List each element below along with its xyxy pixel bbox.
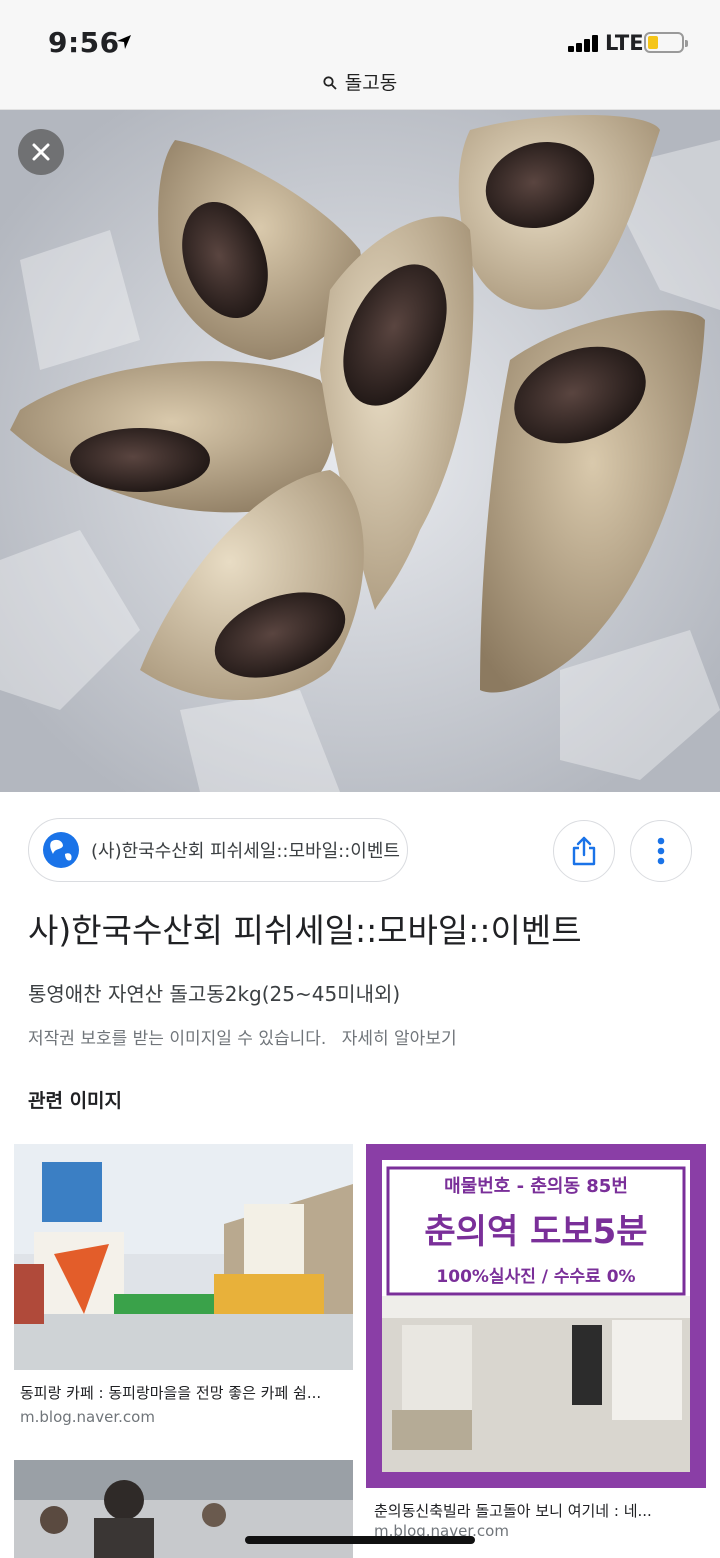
copyright-text: 저작권 보호를 받는 이미지일 수 있습니다. — [28, 1029, 327, 1049]
ad-banner: 매물번호 - 춘의동 85번 춘의역 도보5분 100%실사진 / 수수료 0% — [382, 1160, 690, 1472]
result-title[interactable]: 사)한국수산회 피쉬세일::모바일::이벤트 — [28, 904, 582, 952]
share-icon — [572, 836, 596, 866]
status-bar: 9:56 LTE 돌고동 — [0, 0, 720, 110]
close-button[interactable] — [18, 129, 64, 175]
cafe-photo — [14, 1144, 353, 1370]
learn-more-link[interactable]: 자세히 알아보기 — [342, 1029, 457, 1049]
ad-subline: 100%실사진 / 수수료 0% — [436, 1267, 636, 1287]
ad-headline: 춘의역 도보5분 — [424, 1212, 648, 1252]
source-name: (사)한국수산회 피쉬세일::모바일::이벤트 — [91, 841, 400, 862]
close-icon — [32, 143, 50, 161]
shellfish-photo — [0, 110, 720, 792]
location-arrow-icon — [117, 35, 131, 49]
related-image-1[interactable] — [14, 1144, 353, 1370]
related-domain-1: m.blog.naver.com — [20, 1408, 155, 1426]
related-images-heading: 관련 이미지 — [28, 1090, 123, 1112]
search-icon — [323, 76, 337, 90]
address-query: 돌고동 — [344, 72, 398, 94]
signal-icon — [568, 34, 602, 52]
result-snippet: 통영애찬 자연산 돌고동2kg(25~45미내외) — [28, 982, 401, 1006]
more-options-button[interactable] — [630, 820, 692, 882]
status-time: 9:56 — [48, 26, 120, 59]
main-image[interactable] — [0, 110, 720, 792]
share-button[interactable] — [553, 820, 615, 882]
network-type: LTE — [605, 31, 644, 55]
related-caption-2[interactable]: 춘의동신축빌라 돌고돌아 보니 여기네 : 네... — [374, 1500, 704, 1521]
globe-icon — [43, 832, 79, 868]
battery-icon — [644, 32, 688, 53]
address-bar[interactable]: 돌고동 — [0, 68, 720, 95]
related-caption-1[interactable]: 동피랑 카페 : 동피랑마을을 전망 좋은 카페 쉼... — [20, 1382, 350, 1403]
related-image-2[interactable]: 매물번호 - 춘의동 85번 춘의역 도보5분 100%실사진 / 수수료 0% — [366, 1144, 706, 1488]
ad-listing-number: 매물번호 - 춘의동 85번 — [444, 1176, 628, 1197]
more-vert-icon — [657, 837, 665, 865]
copyright-notice: 저작권 보호를 받는 이미지일 수 있습니다. 자세히 알아보기 — [28, 1024, 457, 1049]
home-indicator[interactable] — [245, 1536, 475, 1544]
source-link[interactable]: (사)한국수산회 피쉬세일::모바일::이벤트 — [28, 818, 408, 882]
